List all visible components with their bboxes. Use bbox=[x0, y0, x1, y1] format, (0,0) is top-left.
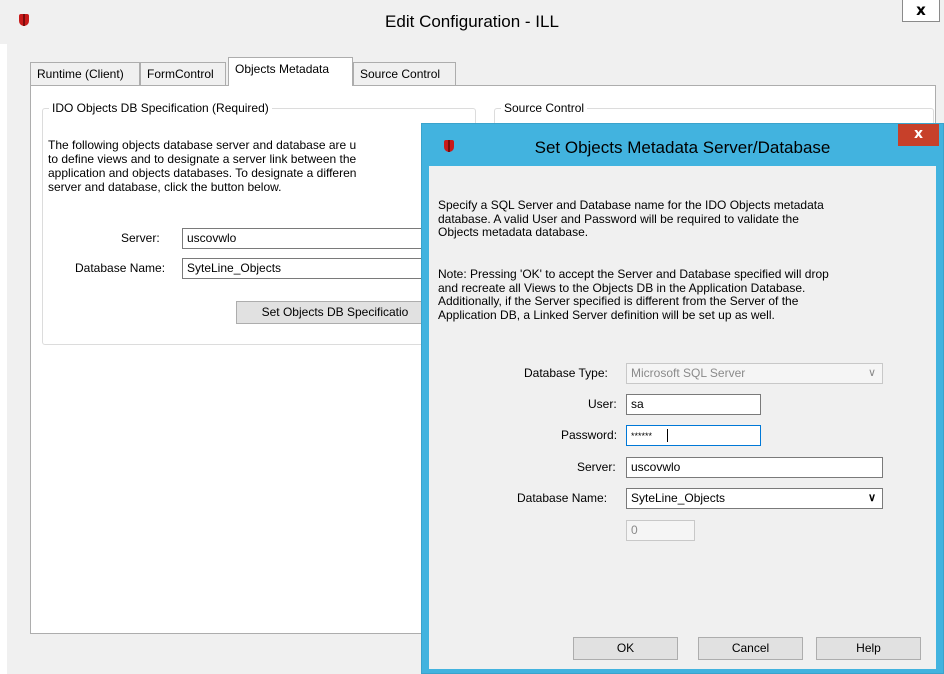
ido-server-field[interactable]: uscovwlo bbox=[182, 228, 432, 249]
ido-server-label: Server: bbox=[121, 231, 160, 245]
ok-button[interactable]: OK bbox=[573, 637, 678, 660]
password-label: Password: bbox=[561, 428, 618, 442]
user-field[interactable]: sa bbox=[626, 394, 761, 415]
password-field[interactable]: ****** bbox=[626, 425, 761, 446]
database-type-value: Microsoft SQL Server bbox=[631, 366, 746, 380]
dialog-client-area: Specify a SQL Server and Database name f… bbox=[429, 166, 936, 669]
ido-description-line-3: application and objects databases. To de… bbox=[48, 166, 357, 180]
source-control-group-title: Source Control bbox=[501, 101, 588, 115]
set-objects-metadata-dialog: Set Objects Metadata Server/Database x S… bbox=[421, 123, 944, 674]
server-label: Server: bbox=[577, 460, 616, 474]
dialog-title: Set Objects Metadata Server/Database bbox=[534, 138, 831, 157]
tab-objects-metadata[interactable]: Objects Metadata bbox=[228, 57, 353, 86]
dialog-intro-line-3: Objects metadata database. bbox=[438, 225, 589, 239]
dialog-close-button[interactable]: x bbox=[898, 124, 939, 146]
main-close-button[interactable]: x bbox=[902, 0, 940, 22]
tab-formcontrol[interactable]: FormControl bbox=[140, 62, 226, 86]
dialog-title-bar[interactable]: Set Objects Metadata Server/Database x bbox=[422, 124, 943, 166]
tab-source-control[interactable]: Source Control bbox=[353, 62, 456, 86]
chevron-down-icon[interactable]: ∨ bbox=[868, 489, 876, 508]
ido-description-line-4: server and database, click the button be… bbox=[48, 180, 282, 194]
ido-database-field[interactable]: SyteLine_Objects bbox=[182, 258, 432, 279]
database-name-select[interactable]: SyteLine_Objects ∨ bbox=[626, 488, 883, 509]
dialog-note-line-3: Additionally, if the Server specified is… bbox=[438, 294, 799, 308]
database-name-value: SyteLine_Objects bbox=[631, 491, 726, 505]
server-field[interactable]: uscovwlo bbox=[626, 457, 883, 478]
set-objects-db-specification-button[interactable]: Set Objects DB Specificatio bbox=[236, 301, 434, 324]
dialog-intro-line-2: database. A valid User and Password will… bbox=[438, 211, 799, 226]
dialog-intro: Specify a SQL Server and Database name f… bbox=[438, 198, 918, 240]
password-value: ****** bbox=[631, 431, 653, 441]
extra-numeric-field: 0 bbox=[626, 520, 695, 541]
chevron-down-icon: ∨ bbox=[867, 367, 876, 379]
ido-database-label: Database Name: bbox=[75, 261, 166, 275]
cancel-button[interactable]: Cancel bbox=[698, 637, 803, 660]
user-label: User: bbox=[588, 397, 617, 411]
database-type-label: Database Type: bbox=[524, 366, 608, 380]
dialog-note-line-2: and recreate all Views to the Objects DB… bbox=[438, 280, 806, 295]
text-caret bbox=[667, 429, 668, 442]
ido-objects-db-group-title: IDO Objects DB Specification (Required) bbox=[49, 101, 272, 115]
help-button[interactable]: Help bbox=[816, 637, 921, 660]
dialog-note-line-4: Application DB, a Linked Server definiti… bbox=[438, 307, 775, 322]
dialog-note: Note: Pressing 'OK' to accept the Server… bbox=[438, 267, 918, 322]
ido-description-line-1: The following objects database server an… bbox=[48, 138, 357, 152]
tab-runtime-client[interactable]: Runtime (Client) bbox=[30, 62, 140, 86]
database-type-select: Microsoft SQL Server ∨ bbox=[626, 363, 883, 384]
ido-description-line-2: to define views and to designate a serve… bbox=[48, 152, 357, 166]
dialog-intro-line-1: Specify a SQL Server and Database name f… bbox=[438, 198, 824, 212]
dialog-note-line-1: Note: Pressing 'OK' to accept the Server… bbox=[438, 267, 829, 281]
main-title-bar[interactable]: Edit Configuration - ILL x bbox=[0, 0, 944, 44]
database-name-label: Database Name: bbox=[517, 491, 608, 505]
main-window-title: Edit Configuration - ILL bbox=[385, 12, 559, 31]
